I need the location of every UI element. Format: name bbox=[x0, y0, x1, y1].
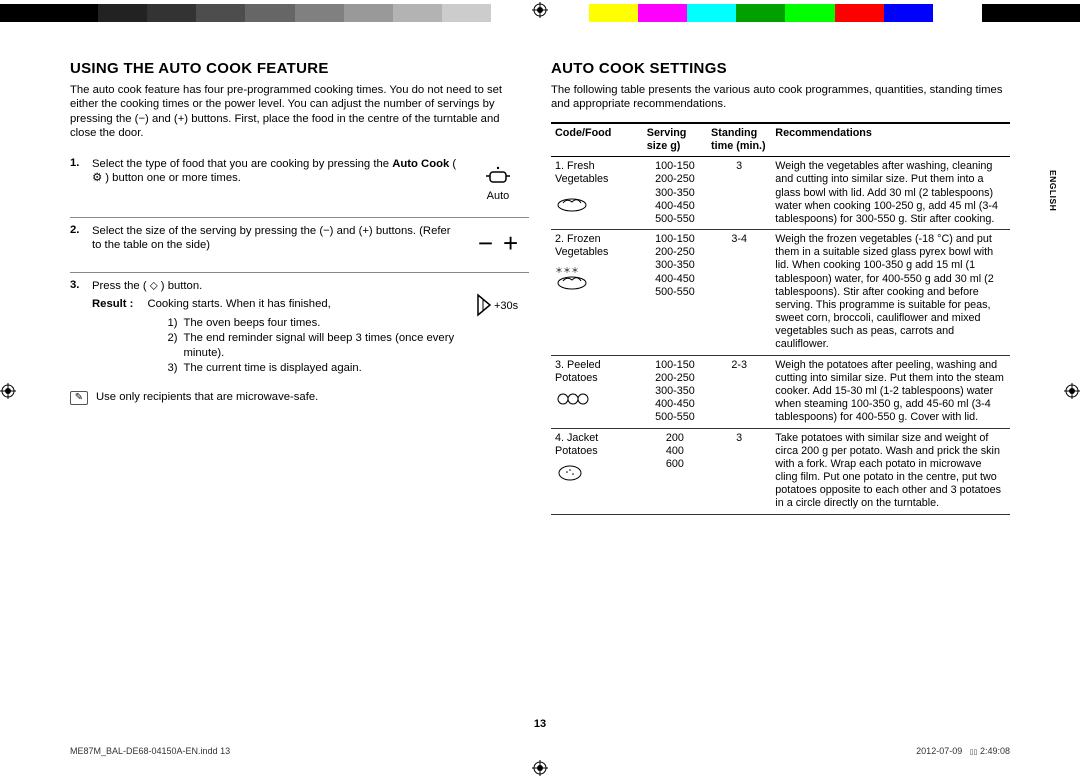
table-row: 2. Frozen Vegetables ＊＊＊ 100-150 200-250… bbox=[551, 230, 1010, 356]
food-name: 2. Frozen Vegetables bbox=[555, 233, 639, 259]
svg-text:＊＊＊: ＊＊＊ bbox=[555, 266, 579, 275]
step1-pre: Select the type of food that you are coo… bbox=[92, 158, 392, 170]
sub-text: The current time is displayed again. bbox=[183, 361, 361, 375]
th-recommendations: Recommendations bbox=[771, 123, 1010, 157]
auto-cook-icon: Auto bbox=[467, 157, 529, 209]
page-number: 13 bbox=[534, 718, 546, 730]
note-text: Use only recipients that are microwave-s… bbox=[96, 391, 318, 403]
fresh-vegetables-icon bbox=[555, 191, 589, 213]
step-text: Select the size of the serving by pressi… bbox=[92, 224, 459, 253]
standing-cell: 3 bbox=[707, 157, 771, 230]
step-text: Press the ( ⬦ ) button. Result : Cooking… bbox=[92, 279, 459, 377]
step-1: 1. Select the type of food that you are … bbox=[70, 151, 529, 218]
sub-text: The oven beeps four times. bbox=[183, 316, 320, 330]
page-content: USING THE AUTO COOK FEATURE The auto coo… bbox=[70, 60, 1010, 720]
result-text: Cooking starts. When it has finished, bbox=[147, 297, 459, 311]
section-title: AUTO COOK SETTINGS bbox=[551, 60, 1010, 77]
jacket-potato-icon bbox=[555, 462, 585, 482]
left-column: USING THE AUTO COOK FEATURE The auto coo… bbox=[70, 60, 529, 720]
auto-label: Auto bbox=[487, 190, 510, 202]
sub-num: 3) bbox=[167, 361, 177, 375]
rec-cell: Weigh the frozen vegetables (-18 °C) and… bbox=[771, 230, 1010, 356]
registration-mark-icon bbox=[0, 383, 16, 399]
svg-text:+30s: +30s bbox=[494, 300, 519, 312]
step3-text: Press the ( ⬦ ) button. bbox=[92, 279, 459, 293]
food-name: 4. Jacket Potatoes bbox=[555, 432, 639, 458]
peeled-potatoes-icon bbox=[555, 389, 591, 409]
intro-paragraph: The auto cook feature has four pre-progr… bbox=[70, 83, 529, 141]
footer-filename: ME87M_BAL-DE68-04150A-EN.indd 13 bbox=[70, 746, 230, 756]
note-icon: ✎ bbox=[70, 391, 88, 405]
step1-bold: Auto Cook bbox=[392, 158, 449, 170]
step-number: 2. bbox=[70, 224, 84, 236]
registration-mark-icon bbox=[1064, 383, 1080, 399]
serving-cell: 200 400 600 bbox=[643, 428, 707, 514]
serving-cell: 100-150 200-250 300-350 400-450 500-550 bbox=[643, 355, 707, 428]
step-2: 2. Select the size of the serving by pre… bbox=[70, 218, 529, 273]
step-text: Select the type of food that you are coo… bbox=[92, 157, 459, 186]
standing-cell: 3-4 bbox=[707, 230, 771, 356]
registration-mark-icon bbox=[532, 2, 548, 18]
th-standing: Standingtime (min.) bbox=[707, 123, 771, 157]
step-number: 1. bbox=[70, 157, 84, 169]
table-row: 1. Fresh Vegetables 100-150 200-250 300-… bbox=[551, 157, 1010, 230]
right-column: AUTO COOK SETTINGS The following table p… bbox=[551, 60, 1010, 720]
standing-cell: 2-3 bbox=[707, 355, 771, 428]
auto-cook-table: Code/Food Servingsize g) Standingtime (m… bbox=[551, 122, 1010, 515]
food-name: 3. Peeled Potatoes bbox=[555, 359, 639, 385]
standing-cell: 3 bbox=[707, 428, 771, 514]
table-header-row: Code/Food Servingsize g) Standingtime (m… bbox=[551, 123, 1010, 157]
rec-cell: Weigh the vegetables after washing, clea… bbox=[771, 157, 1010, 230]
rec-cell: Weigh the potatoes after peeling, washin… bbox=[771, 355, 1010, 428]
result-label: Result : bbox=[92, 297, 133, 376]
sub-num: 2) bbox=[167, 331, 177, 360]
sub-text: The end reminder signal will beep 3 time… bbox=[183, 331, 459, 360]
minus-icon: − bbox=[478, 228, 493, 259]
language-tab: ENGLISH bbox=[1048, 170, 1058, 211]
section-title: USING THE AUTO COOK FEATURE bbox=[70, 60, 529, 77]
th-code-food: Code/Food bbox=[551, 123, 643, 157]
minus-plus-icon: − + bbox=[467, 224, 529, 264]
serving-cell: 100-150 200-250 300-350 400-450 500-550 bbox=[643, 230, 707, 356]
food-cell: 3. Peeled Potatoes bbox=[551, 355, 643, 428]
footer-datetime: 2012-07-09 ▯▯ 2:49:08 bbox=[916, 746, 1010, 756]
food-name: 1. Fresh Vegetables bbox=[555, 160, 639, 186]
table-row: 3. Peeled Potatoes 100-150 200-250 300-3… bbox=[551, 355, 1010, 428]
food-cell: 1. Fresh Vegetables bbox=[551, 157, 643, 230]
intro-paragraph: The following table presents the various… bbox=[551, 83, 1010, 112]
th-serving: Servingsize g) bbox=[643, 123, 707, 157]
food-cell: 2. Frozen Vegetables ＊＊＊ bbox=[551, 230, 643, 356]
plus-icon: + bbox=[503, 228, 518, 259]
step-number: 3. bbox=[70, 279, 84, 291]
note: ✎ Use only recipients that are microwave… bbox=[70, 391, 529, 405]
food-cell: 4. Jacket Potatoes bbox=[551, 428, 643, 514]
sub-num: 1) bbox=[167, 316, 177, 330]
serving-cell: 100-150 200-250 300-350 400-450 500-550 bbox=[643, 157, 707, 230]
start-30s-icon: +30s bbox=[467, 279, 529, 331]
footer: ME87M_BAL-DE68-04150A-EN.indd 13 2012-07… bbox=[70, 746, 1010, 756]
table-row: 4. Jacket Potatoes 200 400 600 3 Take po… bbox=[551, 428, 1010, 514]
registration-mark-icon bbox=[532, 760, 548, 776]
frozen-vegetables-icon: ＊＊＊ bbox=[555, 263, 589, 291]
step-3: 3. Press the ( ⬦ ) button. Result : Cook… bbox=[70, 273, 529, 385]
rec-cell: Take potatoes with similar size and weig… bbox=[771, 428, 1010, 514]
